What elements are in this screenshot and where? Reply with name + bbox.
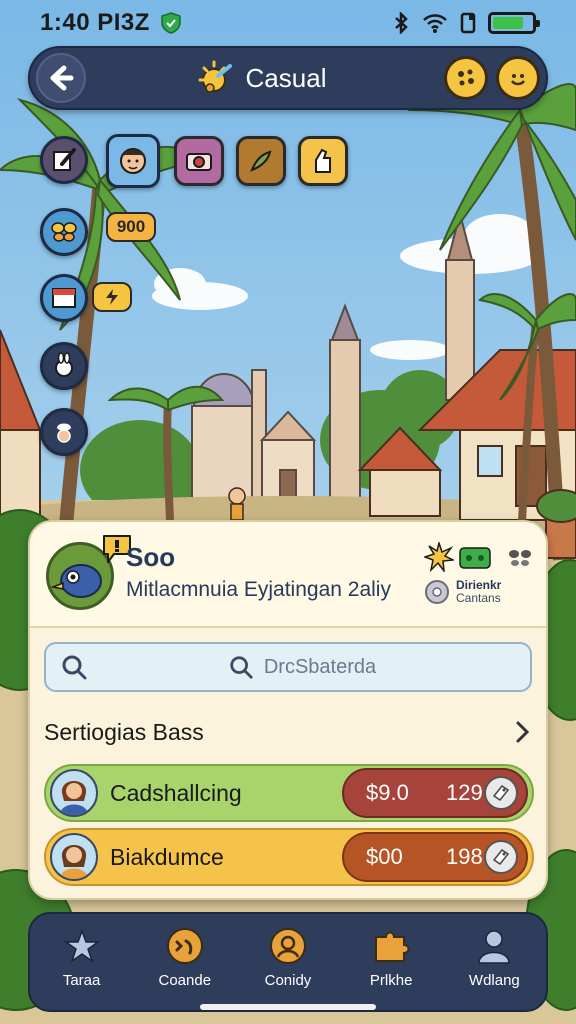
lightning-badge[interactable]	[92, 282, 132, 312]
gear-circle-icon	[425, 580, 449, 604]
profile-subtitle: Mitlacmnuia Eyjatingan 2aliy	[126, 578, 391, 601]
back-arrow-icon	[50, 65, 74, 91]
chevron-right-icon[interactable]	[512, 719, 532, 745]
calendar-icon	[52, 288, 76, 308]
lightning-icon	[106, 289, 118, 305]
wifi-icon	[423, 14, 447, 33]
home-indicator[interactable]	[200, 1004, 376, 1010]
rabbit-icon	[55, 352, 73, 377]
shield-icon	[161, 12, 181, 34]
section-title: Sertiogias Bass	[44, 718, 204, 745]
price-chip[interactable]: $9.0 129	[342, 768, 528, 818]
face-icon	[268, 926, 308, 966]
header-bar: Casual	[28, 46, 548, 110]
camera-icon	[186, 153, 212, 171]
burst-icon	[424, 542, 454, 572]
page-title: Casual	[245, 62, 327, 93]
smile-coin-icon	[511, 74, 525, 86]
glove-tool-button[interactable]	[298, 136, 348, 186]
battery-icon	[488, 12, 540, 34]
feather-icon	[250, 150, 272, 172]
nav-label: Coande	[158, 972, 212, 989]
nav-item-coande[interactable]: Coande	[137, 926, 233, 989]
search-input[interactable]: DrcSbaterda	[44, 642, 532, 692]
section-header[interactable]: Sertiogias Bass	[44, 712, 532, 752]
main-panel: Soo Mitlacmnuia Eyjatingan 2aliy Dirienk…	[28, 520, 548, 900]
bottom-navigation: Taraa Coande Conidy Prlkhe Wdlang	[28, 912, 548, 1012]
status-time: 1:40 PI3Z	[40, 9, 150, 36]
nav-label: Taraa	[62, 972, 101, 989]
status-bar: 1:40 PI3Z	[0, 0, 576, 46]
nav-item-wdlang[interactable]: Wdlang	[446, 926, 542, 989]
price-value: $00	[366, 844, 403, 869]
woman-avatar-icon	[60, 845, 88, 879]
puzzle-icon	[371, 926, 411, 966]
nav-item-conidy[interactable]: Conidy	[240, 926, 336, 989]
avatar	[50, 833, 98, 881]
camera-tool-button[interactable]	[174, 136, 224, 186]
nav-label: Wdlang	[468, 972, 520, 989]
profile-card[interactable]: Soo Mitlacmnuia Eyjatingan 2aliy Dirienk…	[30, 522, 546, 628]
list-item-label: Biakdumce	[110, 843, 224, 870]
butterfly-icon	[509, 550, 531, 566]
sim-icon	[460, 12, 476, 34]
nav-label: Prlkhe	[369, 972, 413, 989]
sun-compass-icon	[198, 60, 232, 93]
price-value: $9.0	[366, 780, 409, 805]
butterfly-icon	[51, 222, 77, 242]
avatar	[50, 769, 98, 817]
status-label: Dirienkr Cantans	[456, 579, 501, 605]
nav-item-prlkhe[interactable]: Prlkhe	[343, 926, 439, 989]
cookie-coin-icon	[458, 69, 474, 86]
battery-level-fill	[493, 17, 524, 29]
tag-icon	[484, 776, 518, 810]
search-icon	[62, 655, 87, 680]
chef-tool-button[interactable]	[40, 408, 88, 456]
search-icon	[230, 656, 253, 679]
calendar-tool-button[interactable]	[40, 274, 88, 322]
counter-badge-value: 900	[116, 217, 146, 236]
cookie-coin-button[interactable]	[444, 56, 488, 100]
green-ticket-icon	[459, 547, 491, 569]
price-chip[interactable]: $00 198	[342, 832, 528, 882]
glove-icon	[315, 148, 331, 173]
star-icon	[62, 926, 102, 966]
nav-item-taraa[interactable]: Taraa	[34, 926, 130, 989]
list-item[interactable]: Biakdumce $00 198	[44, 828, 534, 886]
portrait-tool-button[interactable]	[106, 134, 160, 188]
nav-label: Conidy	[264, 972, 312, 989]
tag-icon	[484, 840, 518, 874]
header-title-group: Casual	[86, 58, 436, 98]
list-item[interactable]: Cadshallcing $9.0 129	[44, 764, 534, 822]
rabbit-tool-button[interactable]	[40, 342, 88, 390]
profile-name: Soo	[126, 542, 176, 572]
list-item-label: Cadshallcing	[110, 779, 242, 806]
count-value: 198	[446, 844, 483, 869]
woman-avatar-icon	[60, 781, 88, 815]
bluetooth-icon	[395, 12, 408, 34]
back-button[interactable]	[36, 53, 86, 103]
search-placeholder: DrcSbaterda	[263, 655, 377, 678]
status-subtitle: Cantans	[456, 591, 501, 605]
note-pencil-icon	[53, 148, 76, 171]
gamepad-icon	[165, 926, 205, 966]
count-value: 129	[446, 780, 483, 805]
person-icon	[474, 926, 514, 966]
chef-hat-icon	[57, 423, 71, 443]
feather-tool-button[interactable]	[236, 136, 286, 186]
search-placeholder-group: DrcSbaterda	[88, 654, 516, 680]
face-portrait-icon	[120, 148, 146, 174]
smile-coin-button[interactable]	[496, 56, 540, 100]
profile-status: Dirienkr Cantans	[424, 579, 501, 605]
counter-badge: 900	[106, 212, 156, 242]
note-tool-button[interactable]	[40, 136, 88, 184]
butterfly-tool-button[interactable]	[40, 208, 88, 256]
